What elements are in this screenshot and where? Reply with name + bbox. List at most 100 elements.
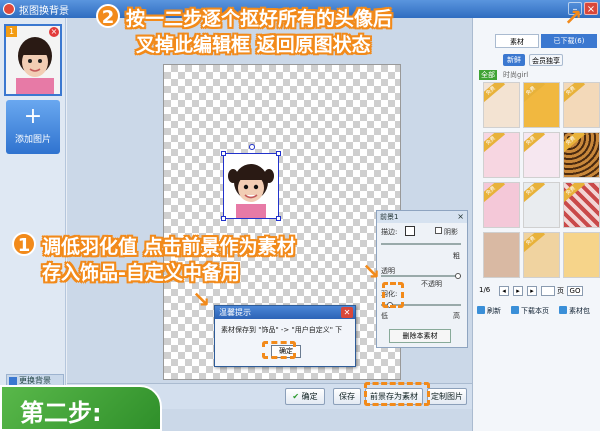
add-image-button[interactable]: + 添加图片 bbox=[6, 100, 60, 154]
page-number-input[interactable] bbox=[541, 286, 555, 296]
close-icon[interactable]: × bbox=[457, 211, 464, 223]
download-page-label: 下载本页 bbox=[521, 307, 549, 315]
material-pack-label: 素材包 bbox=[569, 307, 590, 315]
free-badge: 免费 bbox=[524, 133, 546, 154]
free-badge: 免费 bbox=[564, 133, 586, 154]
image-list-panel: 1 × + 添加图片 更换背景 bbox=[0, 18, 66, 431]
download-icon bbox=[511, 306, 519, 314]
page-suffix: 页 bbox=[557, 287, 564, 295]
free-badge: 免费 bbox=[564, 183, 586, 204]
step-label-text: 第二步: bbox=[20, 399, 102, 427]
material-panel: 素材 已下载(6) 新鲜 会员独享 全部 时尚girl 免费 免费 免费 免费 … bbox=[472, 18, 600, 431]
material-item[interactable]: 免费 bbox=[523, 182, 560, 228]
material-pack-button[interactable]: 素材包 bbox=[559, 305, 590, 318]
resize-handle[interactable] bbox=[276, 216, 281, 221]
material-item[interactable]: 免费 bbox=[483, 132, 520, 178]
dialog-title: 温馨提示 bbox=[215, 306, 355, 319]
plus-icon: + bbox=[23, 104, 43, 129]
download-page-button[interactable]: 下载本页 bbox=[511, 305, 549, 318]
stroke-color-swatch[interactable] bbox=[405, 226, 415, 236]
confirm-button[interactable]: ✔ 确定 bbox=[285, 388, 325, 405]
window-title: 抠图换背景 bbox=[19, 6, 69, 17]
rotate-handle[interactable] bbox=[249, 144, 255, 150]
step2-number-badge: 2 bbox=[96, 4, 120, 28]
shadow-label: 阴影 bbox=[444, 228, 458, 236]
free-badge: 免费 bbox=[524, 83, 546, 104]
material-item[interactable]: 免费 bbox=[523, 232, 560, 278]
save-button[interactable]: 保存 bbox=[333, 388, 361, 405]
free-badge: 免费 bbox=[524, 233, 546, 254]
material-item[interactable]: 免费 bbox=[563, 82, 600, 128]
step1-number-badge: 1 bbox=[12, 232, 36, 256]
app-icon bbox=[3, 3, 15, 15]
step1-instruction-line2: 存入饰品-自定义中备用 bbox=[42, 262, 240, 284]
editor-workspace: 前景1 × 描边: 阴影 粗 透明 不透明 羽化: 低 高 删除本素材 bbox=[67, 18, 472, 431]
tab-material[interactable]: 素材 bbox=[495, 34, 539, 48]
tab-downloaded[interactable]: 已下载(6) bbox=[541, 34, 597, 48]
stroke-label: 描边: bbox=[381, 228, 398, 236]
material-item[interactable]: 免费 bbox=[563, 182, 600, 228]
material-item[interactable] bbox=[563, 232, 600, 278]
foreground-panel-header: 前景1 × bbox=[377, 211, 467, 223]
thumbnail-index-badge: 1 bbox=[6, 26, 17, 37]
category-all[interactable]: 全部 bbox=[479, 70, 497, 80]
swap-background-label: 更换背景 bbox=[19, 376, 51, 385]
dialog-close-icon[interactable]: ✕ bbox=[341, 307, 353, 318]
high-label: 高 bbox=[453, 312, 460, 320]
arrow-icon: ↗ bbox=[564, 6, 583, 31]
opacity-slider-knob[interactable] bbox=[455, 273, 461, 279]
opaque-label: 不透明 bbox=[421, 280, 442, 288]
dialog-message: 素材保存到 "饰品" -> "用户自定义" 下 bbox=[221, 326, 343, 334]
step1-instruction-line1: 调低羽化值 点击前景作为素材 bbox=[42, 236, 296, 258]
tab-new[interactable]: 新鲜 bbox=[503, 54, 525, 66]
resize-handle[interactable] bbox=[276, 151, 281, 156]
thick-label: 粗 bbox=[453, 252, 460, 260]
refresh-label: 刷新 bbox=[487, 307, 501, 315]
refresh-icon bbox=[477, 306, 485, 314]
shadow-checkbox[interactable] bbox=[435, 227, 442, 234]
last-page-icon[interactable]: ▸ bbox=[527, 286, 537, 296]
material-item[interactable]: 免费 bbox=[523, 132, 560, 178]
go-button[interactable]: GO bbox=[567, 286, 583, 296]
add-image-label: 添加图片 bbox=[14, 135, 51, 145]
low-label: 低 bbox=[381, 312, 388, 320]
arrow-icon: ↘ bbox=[362, 260, 381, 285]
stroke-width-slider[interactable] bbox=[381, 243, 461, 245]
step2-instruction-line2: 叉掉此编辑框 返回原图状态 bbox=[136, 34, 371, 56]
material-item[interactable]: 免费 bbox=[563, 132, 600, 178]
category-fashion-girl[interactable]: 时尚girl bbox=[503, 70, 528, 80]
material-item[interactable] bbox=[483, 232, 520, 278]
resize-handle[interactable] bbox=[221, 151, 226, 156]
material-item[interactable]: 免费 bbox=[483, 182, 520, 228]
next-page-icon[interactable]: ▸ bbox=[513, 286, 523, 296]
arrow-icon: ↘ bbox=[192, 288, 211, 313]
material-item[interactable]: 免费 bbox=[523, 82, 560, 128]
free-badge: 免费 bbox=[484, 83, 506, 104]
step-label-banner: 第二步: bbox=[0, 385, 162, 431]
custom-image-button[interactable]: 定制图片 bbox=[427, 388, 467, 405]
image-thumbnail[interactable]: 1 × bbox=[4, 24, 62, 96]
close-button[interactable]: × bbox=[584, 2, 598, 15]
save-material-highlight-box bbox=[364, 382, 430, 406]
remove-image-icon[interactable]: × bbox=[49, 27, 59, 37]
confirm-button-label: 确定 bbox=[301, 392, 318, 401]
refresh-button[interactable]: 刷新 bbox=[477, 305, 501, 318]
feather-highlight-box bbox=[382, 282, 404, 308]
page-indicator: 1/6 bbox=[479, 286, 491, 294]
free-badge: 免费 bbox=[484, 183, 506, 204]
foreground-panel-title: 前景1 bbox=[380, 213, 399, 221]
delete-material-button[interactable]: 删除本素材 bbox=[389, 329, 451, 343]
prev-page-icon[interactable]: ◂ bbox=[499, 286, 509, 296]
package-icon bbox=[559, 306, 567, 314]
free-badge: 免费 bbox=[484, 133, 506, 154]
foreground-selection[interactable] bbox=[221, 144, 281, 221]
free-badge: 免费 bbox=[524, 183, 546, 204]
child-portrait-foreground bbox=[224, 154, 278, 218]
resize-handle[interactable] bbox=[221, 216, 226, 221]
free-badge: 免费 bbox=[564, 83, 586, 104]
opacity-slider[interactable] bbox=[381, 273, 461, 279]
dialog-ok-highlight-box bbox=[262, 341, 296, 359]
tab-vip[interactable]: 会员独享 bbox=[529, 54, 563, 66]
check-icon: ✔ bbox=[292, 392, 300, 401]
material-item[interactable]: 免费 bbox=[483, 82, 520, 128]
